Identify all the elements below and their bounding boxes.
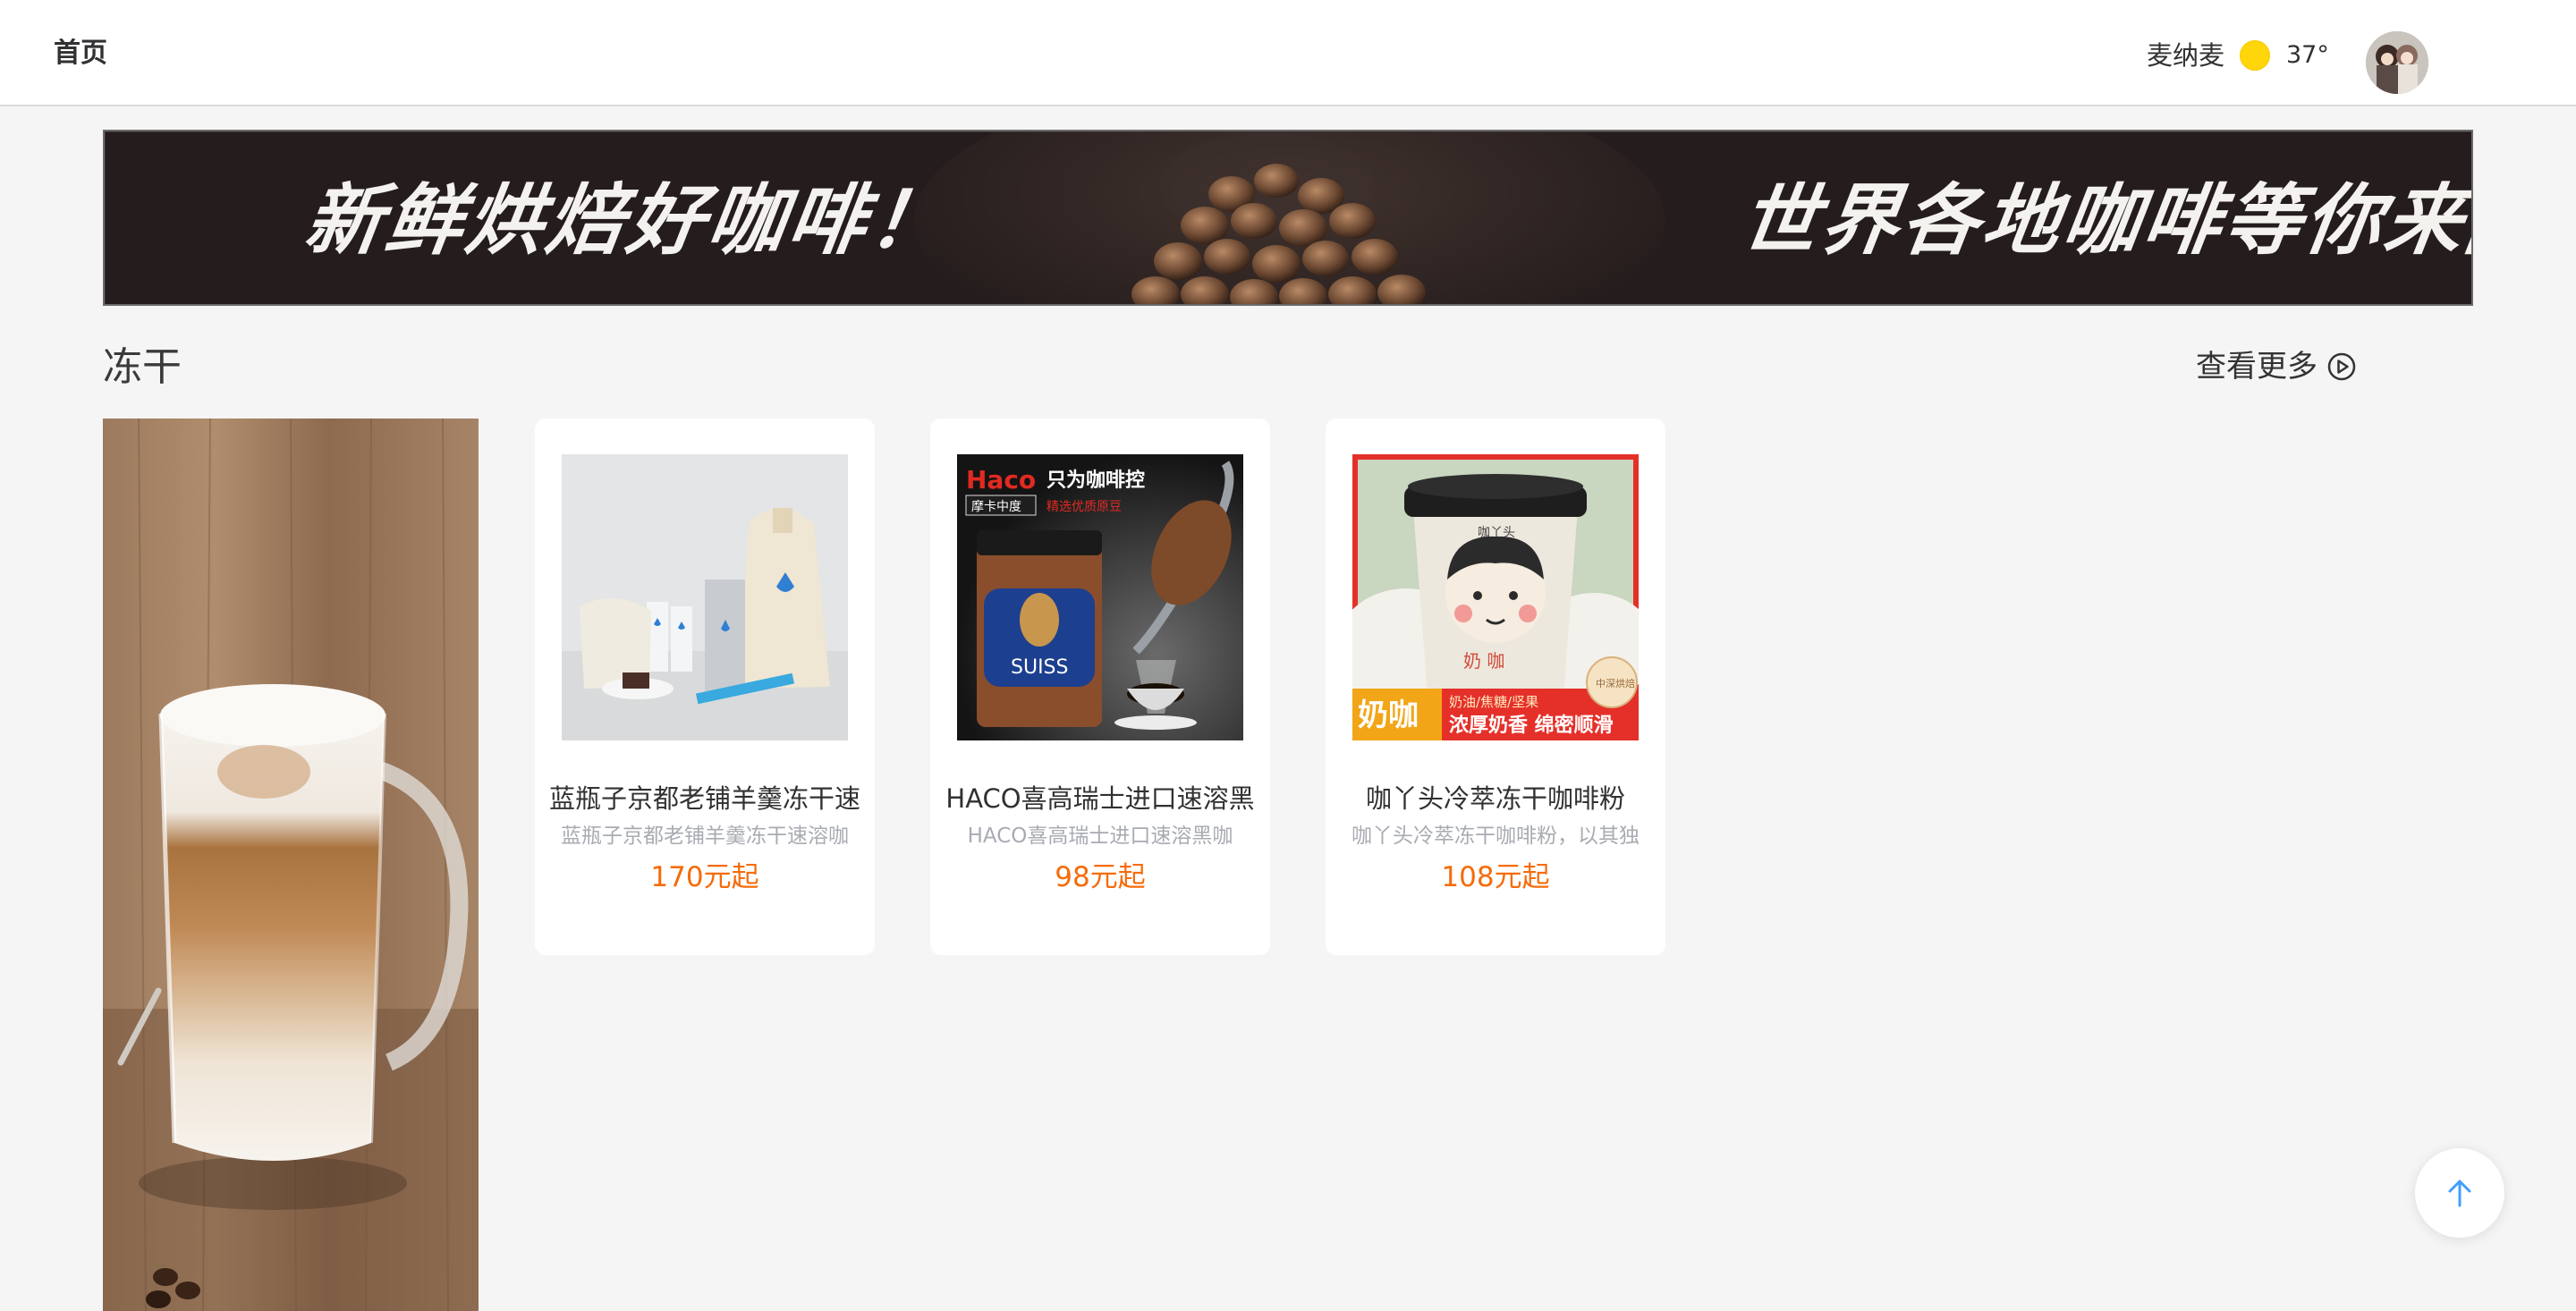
kaya-cup-mid: 奶 咖 xyxy=(1463,650,1504,672)
top-navbar: 首页 麦纳麦 37° xyxy=(0,0,2576,106)
haco-can-label: SUISS xyxy=(1011,656,1069,679)
product-name: HACO喜高瑞士进口速溶黑 xyxy=(945,783,1255,814)
kaya-roast-badge: 中深烘焙 xyxy=(1596,677,1635,689)
product-image: Haco 只为咖啡控 摩卡中度 精选优质原豆 SUISS xyxy=(957,454,1243,740)
kaya-flavors: 奶油/焦糖/坚果 xyxy=(1449,694,1538,710)
view-more-label: 查看更多 xyxy=(2196,349,2318,385)
product-card[interactable]: Haco 只为咖啡控 摩卡中度 精选优质原豆 SUISS HACO喜高瑞士进口速… xyxy=(930,419,1270,955)
banner-slogan-right: 世界各地咖啡等你来品尝！ xyxy=(1734,175,2473,266)
latte-side-image[interactable] xyxy=(103,419,479,1311)
haco-slogan: 只为咖啡控 xyxy=(1046,469,1145,492)
view-more-link[interactable]: 查看更多 xyxy=(2196,346,2357,387)
haco-roast-label: 摩卡中度 xyxy=(971,499,1021,514)
haco-brand: Haco xyxy=(966,465,1036,495)
product-name: 咖丫头冷萃冻干咖啡粉 xyxy=(1365,783,1625,814)
kaya-tagline: 浓厚奶香 绵密顺滑 xyxy=(1449,714,1614,737)
product-price: 170元起 xyxy=(650,861,759,893)
haco-sub-label: 精选优质原豆 xyxy=(1046,500,1122,514)
product-price: 98元起 xyxy=(1055,861,1146,893)
product-image xyxy=(562,454,848,740)
play-circle-icon xyxy=(2327,352,2356,381)
product-card[interactable]: 蓝瓶子京都老铺羊羹冻干速 蓝瓶子京都老铺羊羹冻干速溶咖 170元起 xyxy=(535,419,875,955)
product-card[interactable]: 咖丫头 奶 咖 奶咖 奶油/焦糖/坚果 浓厚奶香 绵密顺滑 中深烘焙 咖丫头冷萃… xyxy=(1326,419,1665,955)
avatar[interactable] xyxy=(2366,31,2428,94)
home-link[interactable]: 首页 xyxy=(54,34,107,73)
back-to-top-button[interactable] xyxy=(2415,1148,2504,1238)
promo-banner[interactable]: 新鲜烘焙好咖啡！ 世界各地咖啡等你来品尝！ xyxy=(103,130,2473,306)
temperature-text: 37° xyxy=(2286,41,2329,69)
product-price: 108元起 xyxy=(1441,861,1550,893)
arrow-up-icon xyxy=(2448,1180,2471,1207)
product-desc: 咖丫头冷萃冻干咖啡粉，以其独 xyxy=(1352,825,1640,848)
product-desc: HACO喜高瑞士进口速溶黑咖 xyxy=(967,825,1233,848)
product-name: 蓝瓶子京都老铺羊羹冻干速 xyxy=(548,783,860,814)
kaya-tag: 奶咖 xyxy=(1358,698,1419,733)
product-desc: 蓝瓶子京都老铺羊羹冻干速溶咖 xyxy=(561,825,849,848)
user-name: 麦纳麦 xyxy=(2147,40,2225,71)
product-image: 咖丫头 奶 咖 奶咖 奶油/焦糖/坚果 浓厚奶香 绵密顺滑 中深烘焙 xyxy=(1352,454,1639,740)
section-title: 冻干 xyxy=(103,344,182,390)
sun-icon xyxy=(2240,40,2270,71)
banner-slogan-left: 新鲜烘焙好咖啡！ xyxy=(299,175,957,266)
